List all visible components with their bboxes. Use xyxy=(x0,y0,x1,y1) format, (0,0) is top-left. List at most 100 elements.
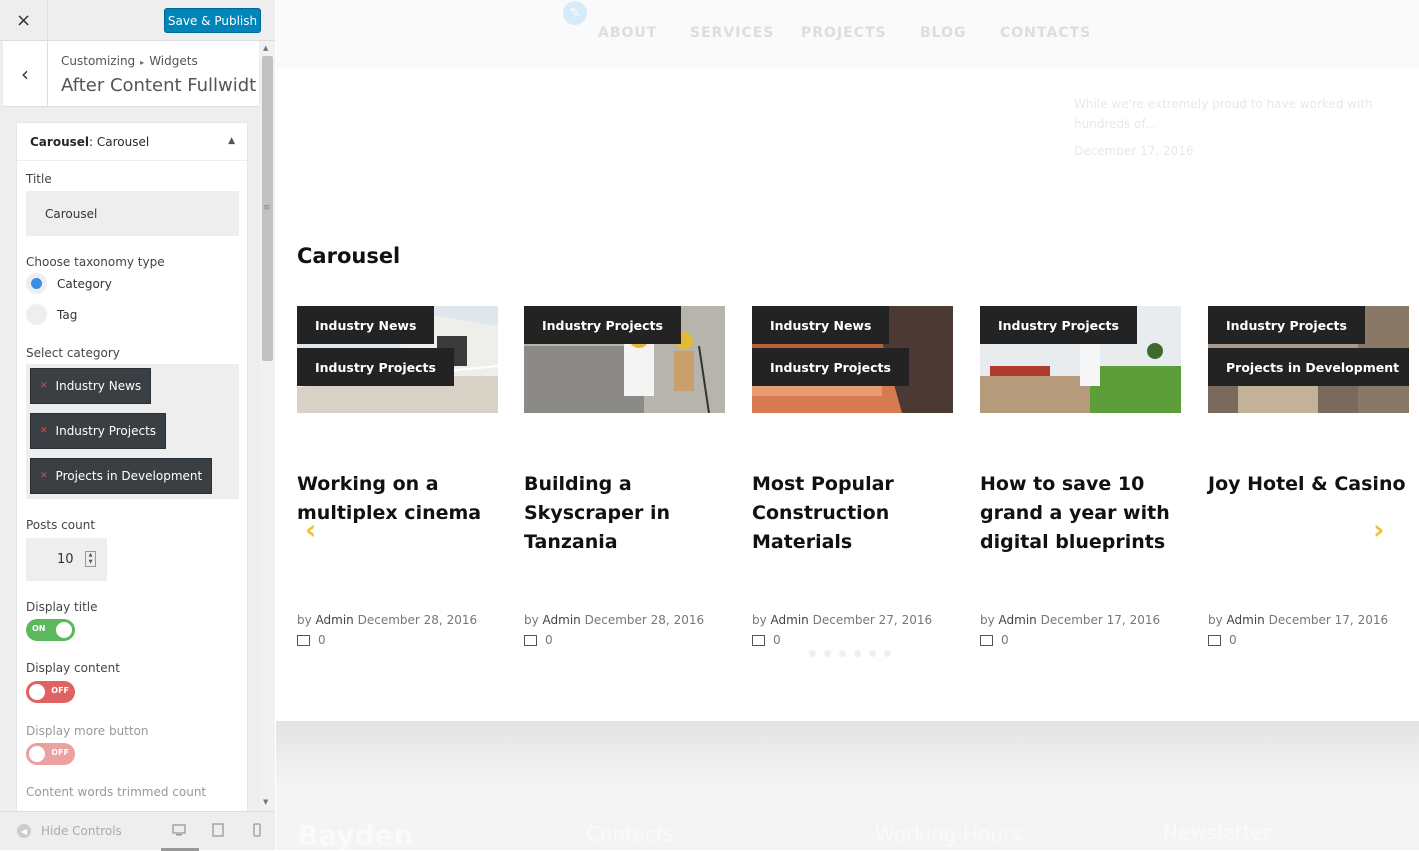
site-preview: ✎ ABOUT SERVICES PROJECTS BLOG CONTACTS … xyxy=(276,0,1419,850)
grip-icon: ≡ xyxy=(263,203,271,213)
display-content-toggle[interactable]: OFF xyxy=(26,681,75,703)
nav-blog[interactable]: BLOG xyxy=(920,25,967,41)
pagination-dot[interactable] xyxy=(884,650,891,657)
site-nav: ✎ ABOUT SERVICES PROJECTS BLOG CONTACTS xyxy=(276,0,1419,68)
title-input[interactable]: Carousel xyxy=(26,191,239,236)
customizer-sidebar: × Save & Publish ‹ Customizing ▸ Widgets A… xyxy=(0,0,275,851)
post-thumbnail[interactable]: Industry News Industry Projects xyxy=(752,306,953,413)
category-chip: ✕ Industry Projects xyxy=(30,413,167,449)
widget-name: : Carousel xyxy=(89,134,150,149)
desktop-icon[interactable] xyxy=(172,823,186,837)
post-author[interactable]: Admin xyxy=(999,613,1037,627)
radio-tag[interactable]: Tag xyxy=(26,304,77,325)
post-comments[interactable]: 0 xyxy=(297,633,326,647)
post-category-tag[interactable]: Industry Projects xyxy=(297,348,454,386)
post-author[interactable]: Admin xyxy=(1227,613,1265,627)
nav-projects[interactable]: PROJECTS xyxy=(801,25,887,41)
scroll-down-icon[interactable]: ▼ xyxy=(263,798,268,806)
hide-controls-button[interactable]: ◀ Hide Controls xyxy=(17,824,122,838)
post-title[interactable]: Building a Skyscraper in Tanzania xyxy=(524,470,725,557)
comment-icon xyxy=(752,634,765,646)
radio-category-label: Category xyxy=(57,276,112,291)
breadcrumb-leaf: Widgets xyxy=(149,54,198,68)
carousel-next-icon[interactable]: › xyxy=(1373,513,1385,546)
pagination-dot[interactable] xyxy=(809,650,816,657)
category-label: Select category xyxy=(26,346,120,360)
post-thumbnail[interactable]: Industry Projects xyxy=(980,306,1181,413)
trim-count-label: Content words trimmed count xyxy=(26,785,207,799)
display-title-label: Display title xyxy=(26,600,98,614)
post-by: by xyxy=(297,613,312,627)
post-thumbnail[interactable]: Industry Projects Projects in Developmen… xyxy=(1208,306,1409,413)
customizer-footer: ◀ Hide Controls xyxy=(0,811,275,851)
display-more-label: Display more button xyxy=(26,724,149,738)
collapse-caret-icon[interactable]: ▲ xyxy=(228,136,235,146)
post-comments[interactable]: 0 xyxy=(980,633,1009,647)
post-category-tag[interactable]: Industry News xyxy=(297,306,435,344)
post-title[interactable]: Working on a multiplex cinema xyxy=(297,470,498,528)
display-more-toggle[interactable]: OFF xyxy=(26,743,75,765)
footer-newsletter-heading: Newsletter xyxy=(1163,820,1272,844)
breadcrumb: Customizing ▸ Widgets xyxy=(61,54,198,68)
post-category-tag[interactable]: Industry Projects xyxy=(524,306,681,344)
taxonomy-label: Choose taxonomy type xyxy=(26,255,165,269)
post-author[interactable]: Admin xyxy=(771,613,809,627)
pagination-dot[interactable] xyxy=(854,650,861,657)
display-content-label: Display content xyxy=(26,661,120,675)
pagination-dot[interactable] xyxy=(824,650,831,657)
post-title[interactable]: Joy Hotel & Casino xyxy=(1208,470,1409,499)
posts-count-value: 10 xyxy=(57,552,74,567)
toggle-knob xyxy=(29,746,45,762)
comment-icon xyxy=(1208,634,1221,646)
remove-icon[interactable]: ✕ xyxy=(40,471,48,481)
post-category-tag[interactable]: Industry News xyxy=(752,306,890,344)
post-meta: by Admin December 27, 2016 xyxy=(752,613,932,627)
stepper-icon[interactable]: ▲ ▼ xyxy=(85,551,96,567)
back-arrow-icon[interactable]: ‹ xyxy=(3,41,48,107)
radio-checked-icon[interactable] xyxy=(26,273,47,294)
post-category-tag[interactable]: Projects in Development xyxy=(1208,348,1409,386)
widget-header[interactable]: Carousel: Carousel ▲ xyxy=(17,123,247,161)
post-comments[interactable]: 0 xyxy=(752,633,781,647)
post-category-tag[interactable]: Industry Projects xyxy=(1208,306,1365,344)
nav-about[interactable]: ABOUT xyxy=(598,25,657,41)
remove-icon[interactable]: ✕ xyxy=(40,426,48,436)
close-icon[interactable]: × xyxy=(0,0,48,41)
edit-pencil-icon[interactable]: ✎ xyxy=(563,1,587,25)
nav-contacts[interactable]: CONTACTS xyxy=(1000,25,1091,41)
radio-unchecked-icon[interactable] xyxy=(26,304,47,325)
carousel-prev-icon[interactable]: ‹ xyxy=(305,513,317,546)
pagination-dot[interactable] xyxy=(869,650,876,657)
category-chip-label: Industry Projects xyxy=(55,424,157,438)
post-meta: by Admin December 17, 2016 xyxy=(980,613,1160,627)
mobile-icon[interactable] xyxy=(250,823,264,837)
comment-count: 0 xyxy=(1001,633,1009,647)
posts-count-input[interactable]: 10 ▲ ▼ xyxy=(26,538,107,581)
post-author[interactable]: Admin xyxy=(543,613,581,627)
post-thumbnail[interactable]: Industry News Industry Projects xyxy=(297,306,498,413)
remove-icon[interactable]: ✕ xyxy=(40,381,48,391)
post-category-tag[interactable]: Industry Projects xyxy=(980,306,1137,344)
faded-date: December 17, 2016 xyxy=(1074,144,1194,158)
post-category-tag[interactable]: Industry Projects xyxy=(752,348,909,386)
title-label: Title xyxy=(26,172,52,186)
post-thumbnail[interactable]: Industry Projects xyxy=(524,306,725,413)
post-author[interactable]: Admin xyxy=(316,613,354,627)
posts-count-label: Posts count xyxy=(26,518,96,532)
post-comments[interactable]: 0 xyxy=(524,633,553,647)
post-title[interactable]: How to save 10 grand a year with digital… xyxy=(980,470,1181,557)
nav-services[interactable]: SERVICES xyxy=(690,25,774,41)
footer-logo[interactable]: Bayden xyxy=(297,819,414,850)
pagination-dot[interactable] xyxy=(839,650,846,657)
radio-category[interactable]: Category xyxy=(26,273,112,294)
tablet-icon[interactable] xyxy=(211,823,225,837)
post-comments[interactable]: 0 xyxy=(1208,633,1237,647)
scroll-up-icon[interactable]: ▲ xyxy=(263,44,268,52)
radio-tag-label: Tag xyxy=(57,307,78,322)
faded-excerpt: While we're extremely proud to have work… xyxy=(1074,97,1373,131)
post-title[interactable]: Most Popular Construction Materials xyxy=(752,470,953,557)
category-multiselect[interactable]: ✕ Industry News ✕ Industry Projects ✕ Pr… xyxy=(26,364,239,499)
comment-icon xyxy=(297,634,310,646)
save-publish-button[interactable]: Save & Publish xyxy=(164,8,261,33)
display-title-toggle[interactable]: ON xyxy=(26,619,75,641)
